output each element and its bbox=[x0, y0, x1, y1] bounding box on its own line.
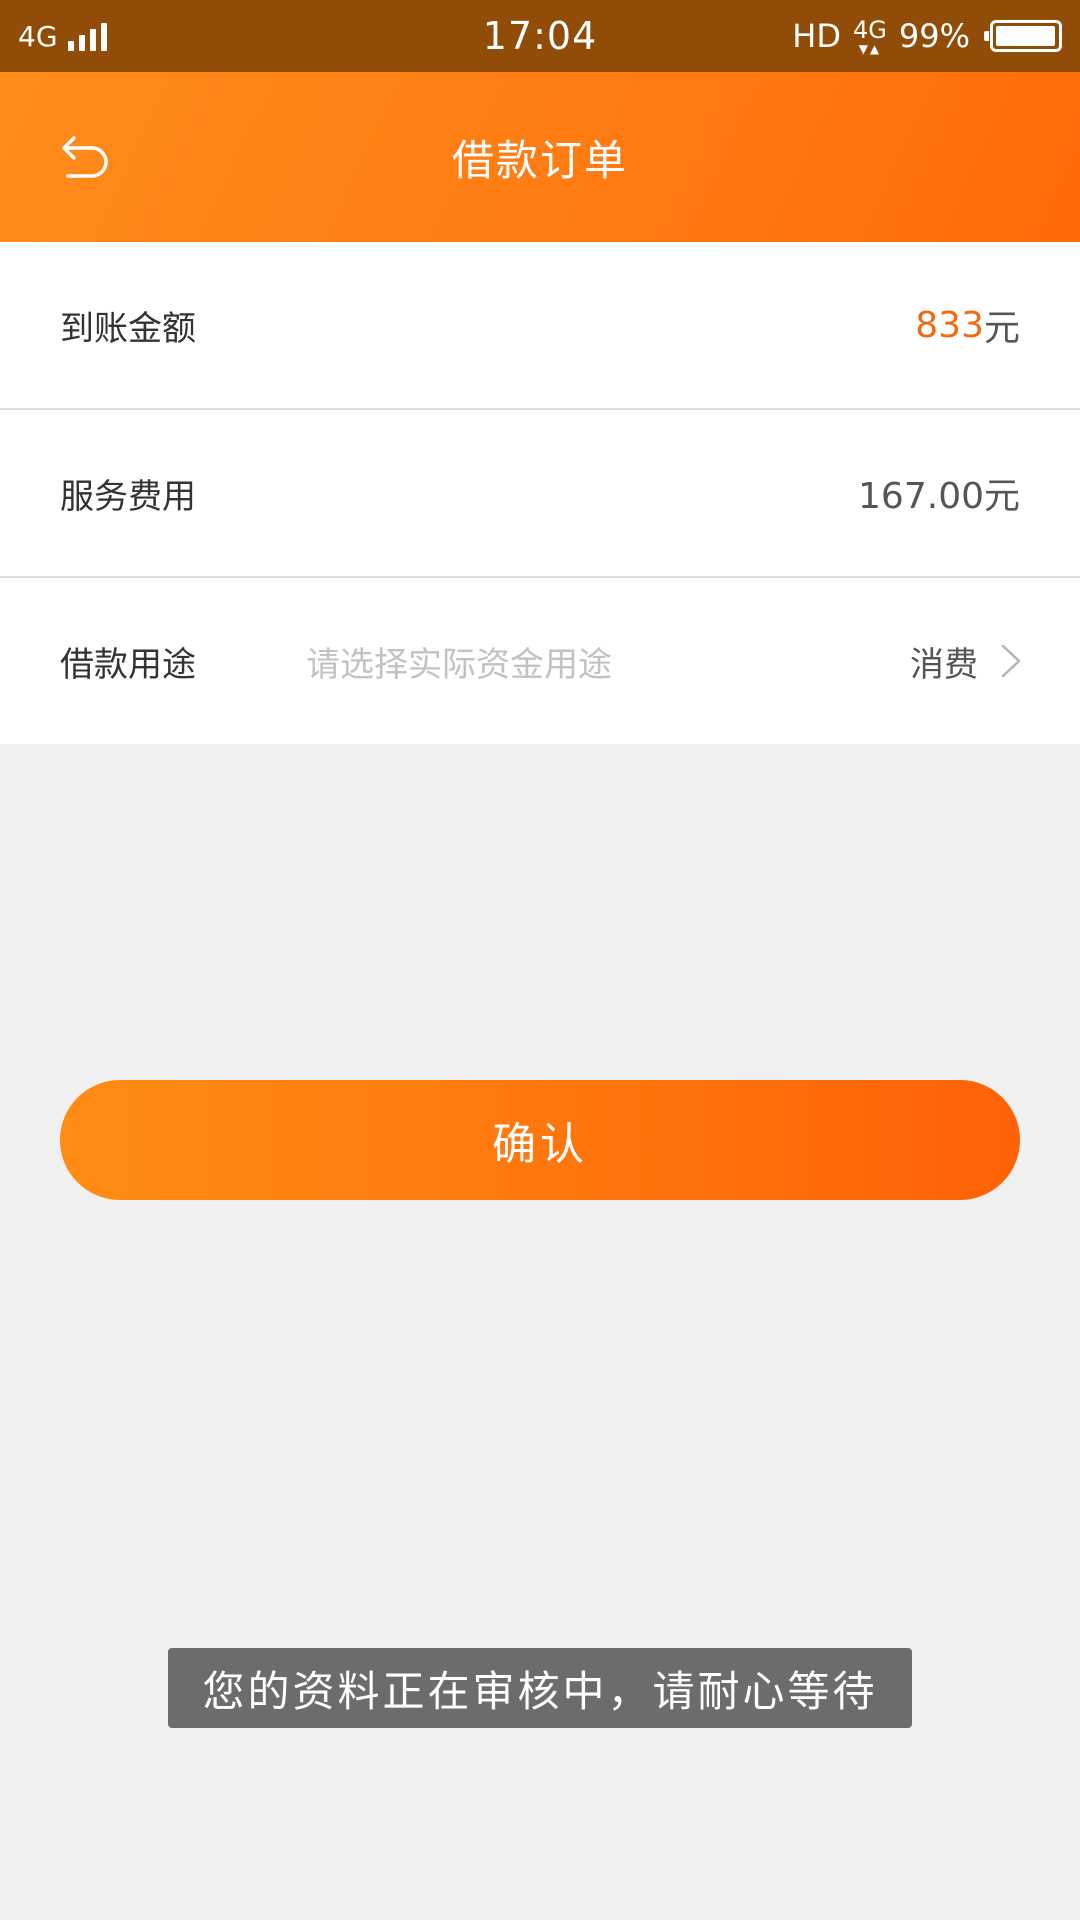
hd-indicator: HD bbox=[792, 17, 841, 55]
fee-value: 167.00元 bbox=[858, 476, 1020, 517]
review-toast: 您的资料正在审核中，请耐心等待 bbox=[168, 1648, 912, 1728]
purpose-row[interactable]: 借款用途 请选择实际资金用途 消费 bbox=[0, 578, 1080, 744]
fee-label: 服务费用 bbox=[60, 476, 196, 517]
amount-value: 833 元 bbox=[915, 242, 1020, 408]
amount-label: 到账金额 bbox=[60, 308, 196, 349]
fee-row: 服务费用 167.00元 bbox=[0, 410, 1080, 576]
purpose-label: 借款用途 bbox=[60, 644, 196, 685]
battery-percent: 99% bbox=[898, 17, 970, 55]
purpose-placeholder: 请选择实际资金用途 bbox=[306, 644, 612, 685]
status-bar: 4G 17:04 HD 4G ▼▲ 99% bbox=[0, 0, 1080, 72]
battery-fill bbox=[996, 26, 1056, 46]
purpose-value: 消费 bbox=[910, 644, 978, 685]
status-right: HD 4G ▼▲ 99% bbox=[792, 0, 1062, 72]
amount-row: 到账金额 833 元 bbox=[0, 242, 1080, 408]
page-title: 借款订单 bbox=[451, 135, 628, 185]
chevron-right-icon bbox=[1001, 644, 1021, 678]
amount-unit: 元 bbox=[983, 308, 1020, 349]
purpose-selector[interactable]: 消费 bbox=[910, 578, 1022, 744]
confirm-button[interactable]: 确认 bbox=[60, 1080, 1020, 1200]
nav-header: 借款订单 bbox=[0, 72, 1080, 242]
battery-icon bbox=[984, 20, 1062, 52]
network-4g-icon: 4G ▼▲ bbox=[853, 15, 887, 56]
amount-number: 833 bbox=[915, 304, 984, 346]
